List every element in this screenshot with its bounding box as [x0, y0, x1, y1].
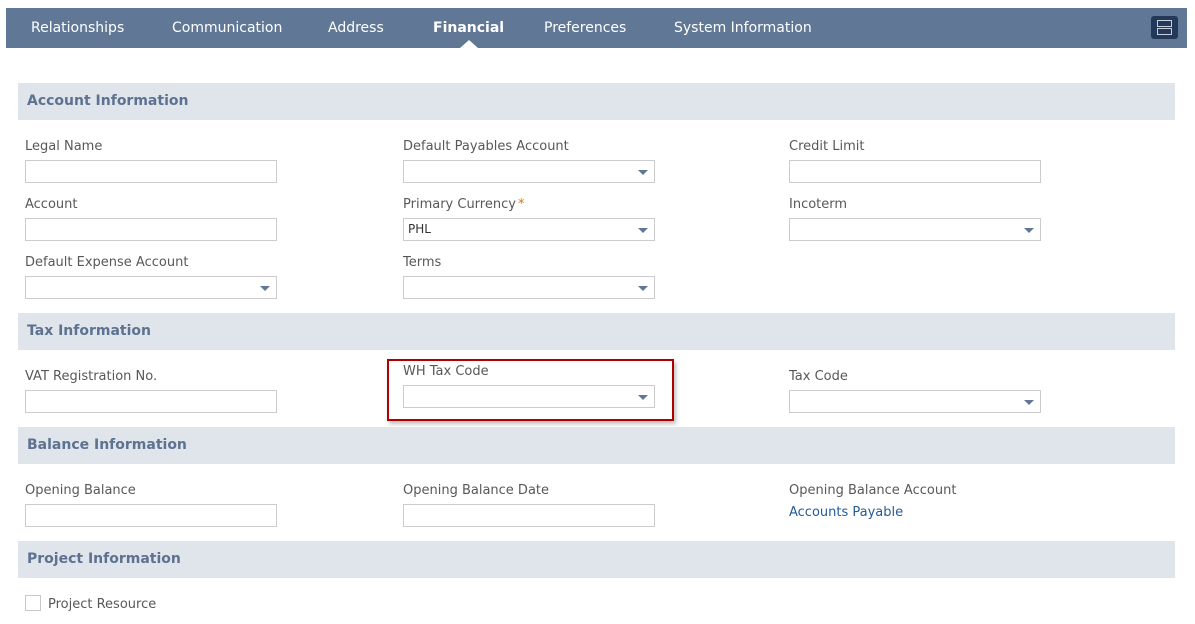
terms-select[interactable]: [403, 276, 655, 299]
wh-tax-code-select[interactable]: [403, 385, 655, 408]
opening-balance-date-input[interactable]: [403, 504, 655, 527]
required-asterisk: *: [517, 197, 525, 212]
section-account-information: Account Information: [18, 83, 1175, 120]
section-tax-information: Tax Information: [18, 313, 1175, 350]
section-title: Balance Information: [27, 437, 187, 453]
subtab-bar: Relationships Communication Address Fina…: [6, 8, 1187, 48]
dropdown-arrow-icon: [260, 286, 270, 291]
dropdown-arrow-icon: [1024, 400, 1034, 405]
primary-currency-label-text: Primary Currency: [403, 197, 516, 212]
incoterm-select[interactable]: [789, 218, 1041, 241]
active-tab-indicator: [459, 40, 478, 48]
dropdown-arrow-icon: [638, 170, 648, 175]
tax-code-select[interactable]: [789, 390, 1041, 413]
layout-toggle-button[interactable]: [1151, 16, 1178, 39]
default-expense-account-select[interactable]: [25, 276, 277, 299]
project-resource-checkbox[interactable]: [25, 595, 41, 611]
credit-limit-input[interactable]: [789, 160, 1041, 183]
primary-currency-label: Primary Currency *: [403, 197, 524, 212]
primary-currency-select[interactable]: PHL: [403, 218, 655, 241]
primary-currency-value: PHL: [408, 222, 431, 236]
tax-code-label: Tax Code: [789, 369, 848, 384]
tab-address[interactable]: Address: [328, 8, 384, 48]
opening-balance-date-label: Opening Balance Date: [403, 483, 550, 498]
opening-balance-account-link[interactable]: Accounts Payable: [789, 505, 903, 520]
project-resource-label: Project Resource: [48, 597, 157, 612]
tab-financial-label: Financial: [433, 20, 505, 36]
incoterm-label: Incoterm: [789, 197, 848, 212]
tab-communication[interactable]: Communication: [172, 8, 282, 48]
wh-tax-code-label: WH Tax Code: [403, 364, 489, 379]
dropdown-arrow-icon: [1024, 228, 1034, 233]
credit-limit-label: Credit Limit: [789, 139, 865, 154]
section-title: Account Information: [27, 93, 189, 109]
vat-registration-input[interactable]: [25, 390, 277, 413]
section-project-information: Project Information: [18, 541, 1175, 578]
dropdown-arrow-icon: [638, 228, 648, 233]
vat-registration-label: VAT Registration No.: [25, 369, 158, 384]
section-title: Project Information: [27, 551, 181, 567]
section-balance-information: Balance Information: [18, 427, 1175, 464]
section-title: Tax Information: [27, 323, 151, 339]
dropdown-arrow-icon: [638, 286, 648, 291]
tab-preferences[interactable]: Preferences: [544, 8, 626, 48]
account-input[interactable]: [25, 218, 277, 241]
dropdown-arrow-icon: [638, 395, 648, 400]
opening-balance-label: Opening Balance: [25, 483, 136, 498]
default-payables-account-select[interactable]: [403, 160, 655, 183]
legal-name-label: Legal Name: [25, 139, 103, 154]
default-payables-account-label: Default Payables Account: [403, 139, 569, 154]
terms-label: Terms: [403, 255, 442, 270]
opening-balance-input[interactable]: [25, 504, 277, 527]
legal-name-input[interactable]: [25, 160, 277, 183]
account-label: Account: [25, 197, 78, 212]
opening-balance-account-label: Opening Balance Account: [789, 483, 957, 498]
tab-relationships[interactable]: Relationships: [31, 8, 124, 48]
default-expense-account-label: Default Expense Account: [25, 255, 189, 270]
tab-system-information[interactable]: System Information: [674, 8, 812, 48]
tab-financial[interactable]: Financial: [433, 8, 504, 48]
